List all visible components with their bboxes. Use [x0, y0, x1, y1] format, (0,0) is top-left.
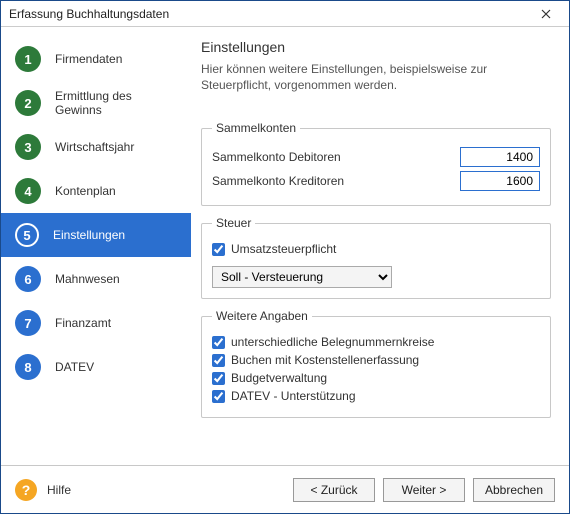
step-label: DATEV: [55, 360, 94, 374]
step-label: Finanzamt: [55, 316, 111, 330]
label-sammelkonto-debitoren: Sammelkonto Debitoren: [212, 150, 341, 164]
checkbox-belegnummernkreise-label: unterschiedliche Belegnummernkreise: [231, 335, 434, 349]
step-badge: 4: [15, 178, 41, 204]
legend-steuer: Steuer: [212, 216, 255, 230]
select-versteuerung[interactable]: Soll - Versteuerung: [212, 266, 392, 288]
wizard-content: Einstellungen Hier können weitere Einste…: [191, 27, 569, 465]
input-sammelkonto-debitoren[interactable]: [460, 147, 540, 167]
close-button[interactable]: [529, 4, 563, 24]
page-description: Hier können weitere Einstellungen, beisp…: [201, 61, 551, 93]
page-heading: Einstellungen: [201, 39, 551, 55]
window-title: Erfassung Buchhaltungsdaten: [9, 7, 169, 21]
label-sammelkonto-kreditoren: Sammelkonto Kreditoren: [212, 174, 344, 188]
step-badge: 2: [15, 90, 41, 116]
step-badge: 3: [15, 134, 41, 160]
group-steuer: Steuer Umsatzsteuerpflicht Soll - Verste…: [201, 216, 551, 299]
legend-sammelkonten: Sammelkonten: [212, 121, 300, 135]
checkbox-budgetverwaltung-wrap[interactable]: Budgetverwaltung: [212, 371, 540, 385]
checkbox-umsatzsteuerpflicht-label: Umsatzsteuerpflicht: [231, 242, 336, 256]
checkbox-datev-label: DATEV - Unterstützung: [231, 389, 356, 403]
step-label: Ermittlung des Gewinns: [55, 89, 181, 118]
step-label: Firmendaten: [55, 52, 122, 66]
cancel-button[interactable]: Abbrechen: [473, 478, 555, 502]
checkbox-belegnummernkreise[interactable]: [212, 336, 225, 349]
step-ermittlung-gewinn[interactable]: 2 Ermittlung des Gewinns: [1, 81, 191, 125]
checkbox-datev[interactable]: [212, 390, 225, 403]
step-label: Mahnwesen: [55, 272, 120, 286]
step-datev[interactable]: 8 DATEV: [1, 345, 191, 389]
step-wirtschaftsjahr[interactable]: 3 Wirtschaftsjahr: [1, 125, 191, 169]
group-weitere-angaben: Weitere Angaben unterschiedliche Belegnu…: [201, 309, 551, 418]
next-button[interactable]: Weiter >: [383, 478, 465, 502]
step-label: Kontenplan: [55, 184, 116, 198]
checkbox-umsatzsteuerpflicht[interactable]: [212, 243, 225, 256]
step-firmendaten[interactable]: 1 Firmendaten: [1, 37, 191, 81]
step-badge: 1: [15, 46, 41, 72]
help-link[interactable]: ? Hilfe: [15, 479, 71, 501]
group-sammelkonten: Sammelkonten Sammelkonto Debitoren Samme…: [201, 121, 551, 206]
checkbox-belegnummernkreise-wrap[interactable]: unterschiedliche Belegnummernkreise: [212, 335, 540, 349]
input-sammelkonto-kreditoren[interactable]: [460, 171, 540, 191]
titlebar: Erfassung Buchhaltungsdaten: [1, 1, 569, 27]
wizard-footer: ? Hilfe < Zurück Weiter > Abbrechen: [1, 465, 569, 513]
step-mahnwesen[interactable]: 6 Mahnwesen: [1, 257, 191, 301]
step-label: Einstellungen: [53, 228, 125, 242]
checkbox-kostenstellen[interactable]: [212, 354, 225, 367]
step-badge: 6: [15, 266, 41, 292]
wizard-window: Erfassung Buchhaltungsdaten 1 Firmendate…: [0, 0, 570, 514]
help-icon: ?: [15, 479, 37, 501]
step-badge: 7: [15, 310, 41, 336]
step-label: Wirtschaftsjahr: [55, 140, 134, 154]
wizard-sidebar: 1 Firmendaten 2 Ermittlung des Gewinns 3…: [1, 27, 191, 465]
step-einstellungen[interactable]: 5 Einstellungen: [1, 213, 191, 257]
help-label: Hilfe: [47, 483, 71, 497]
legend-weitere-angaben: Weitere Angaben: [212, 309, 312, 323]
checkbox-kostenstellen-label: Buchen mit Kostenstellenerfassung: [231, 353, 419, 367]
checkbox-kostenstellen-wrap[interactable]: Buchen mit Kostenstellenerfassung: [212, 353, 540, 367]
checkbox-budgetverwaltung-label: Budgetverwaltung: [231, 371, 327, 385]
step-finanzamt[interactable]: 7 Finanzamt: [1, 301, 191, 345]
checkbox-datev-wrap[interactable]: DATEV - Unterstützung: [212, 389, 540, 403]
back-button[interactable]: < Zurück: [293, 478, 375, 502]
step-kontenplan[interactable]: 4 Kontenplan: [1, 169, 191, 213]
checkbox-budgetverwaltung[interactable]: [212, 372, 225, 385]
dialog-body: 1 Firmendaten 2 Ermittlung des Gewinns 3…: [1, 27, 569, 465]
checkbox-umsatzsteuerpflicht-wrap[interactable]: Umsatzsteuerpflicht: [212, 242, 540, 256]
step-badge: 8: [15, 354, 41, 380]
step-badge: 5: [15, 223, 39, 247]
close-icon: [541, 9, 551, 19]
